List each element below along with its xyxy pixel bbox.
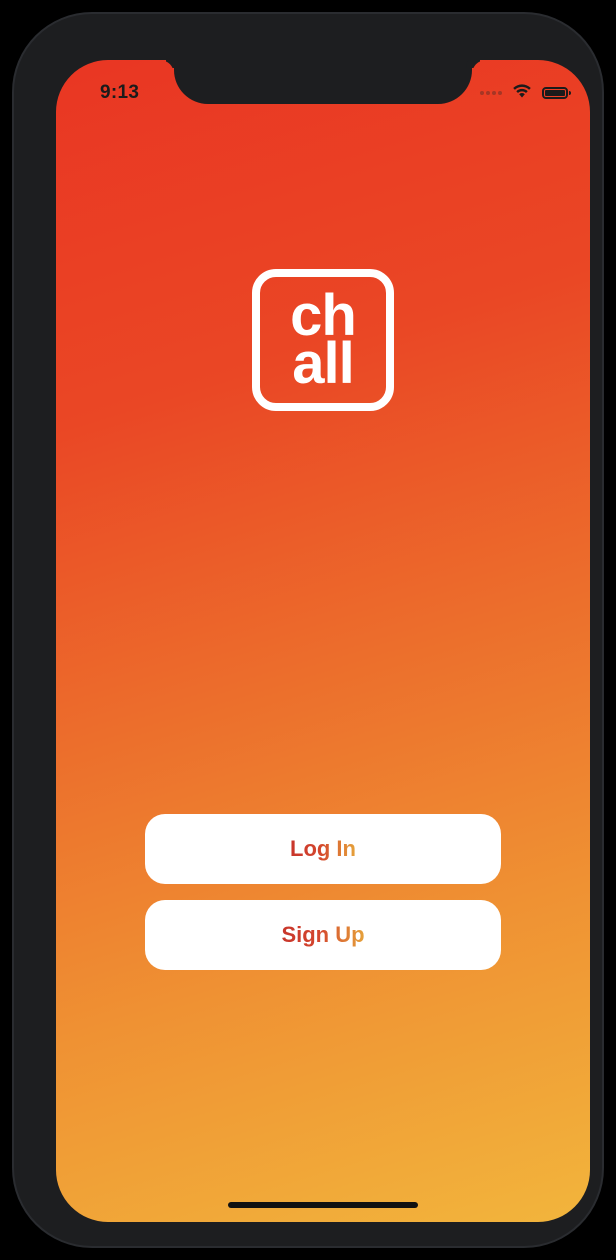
status-time: 9:13 [100, 82, 140, 103]
wifi-icon [512, 83, 532, 103]
device-frame: 9:13 ch all Log In Sign Up [14, 14, 602, 1246]
cellular-signal-icon [480, 91, 502, 95]
device-notch [174, 60, 472, 104]
login-button[interactable]: Log In [145, 814, 501, 884]
logo-text-line2: all [292, 331, 354, 396]
home-indicator[interactable] [228, 1202, 418, 1208]
signup-button-label: Sign Up [281, 922, 365, 947]
signup-button[interactable]: Sign Up [145, 900, 501, 970]
status-icons [480, 83, 571, 103]
battery-icon [542, 87, 571, 99]
app-logo: ch all [252, 269, 394, 411]
login-button-label: Log In [290, 836, 356, 861]
app-screen: 9:13 ch all Log In Sign Up [56, 60, 590, 1222]
